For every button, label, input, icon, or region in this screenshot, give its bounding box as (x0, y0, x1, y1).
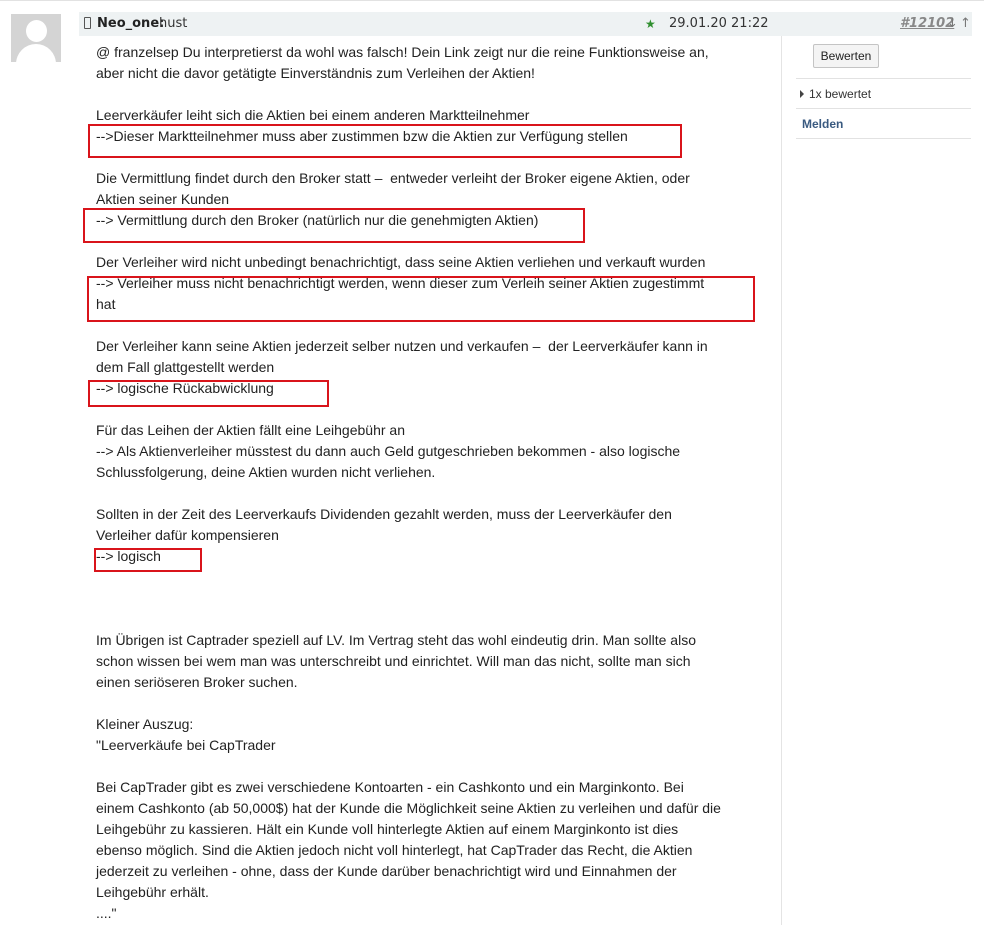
avatar[interactable] (11, 14, 61, 62)
post-body-line: jederzeit zu verleihen - ohne, dass der … (96, 863, 677, 879)
highlight-box (83, 208, 585, 243)
post-author[interactable]: Neo_one: (97, 12, 164, 36)
post-body-line: Bei CapTrader gibt es zwei verschiedene … (96, 779, 684, 795)
post-body-line (96, 588, 776, 609)
post-body-line: ebenso möglich. Sind die Aktien jedoch n… (96, 842, 693, 858)
post-body-line (96, 84, 776, 105)
sidebar-divider (781, 36, 782, 925)
post-header: Neo_one: hust ★ 29.01.20 21:22 #12102 ↓ … (79, 12, 972, 36)
post-body-line (96, 693, 776, 714)
rate-button[interactable]: Bewerten (813, 44, 879, 68)
post-body-line: dem Fall glattgestellt werden (96, 359, 275, 375)
post-body-line: Verleiher dafür kompensieren (96, 527, 279, 543)
post-body-line: Kleiner Auszug: (96, 716, 194, 732)
post-body-line: Für das Leihen der Aktien fällt eine Lei… (96, 422, 405, 438)
post-body-line: ...." (96, 905, 117, 921)
arrow-up-icon[interactable]: ↑ (960, 12, 971, 36)
post-body-line: Leihgebühr zu kassieren. Hält ein Kunde … (96, 821, 679, 837)
post-body-line: schon wissen bei wem man was unterschrei… (96, 653, 691, 669)
mobile-phone-icon (84, 17, 91, 29)
post-body-line: aber nicht die davor getätigte Einverstä… (96, 65, 535, 81)
avatar-head-shape (26, 20, 47, 42)
highlight-box (94, 548, 202, 572)
post-body-line: Der Verleiher wird nicht unbedingt benac… (96, 254, 706, 270)
sidebar-separator (796, 108, 971, 109)
top-divider (0, 0, 984, 1)
rated-toggle[interactable]: 1x bewertet (800, 86, 871, 102)
post-body-line: Sollten in der Zeit des Leerverkaufs Div… (96, 506, 672, 522)
post-body-line: @ franzelsep Du interpretierst da wohl w… (96, 44, 709, 60)
post-body-line: Leihgebühr erhält. (96, 884, 209, 900)
post-body-line: Der Verleiher kann seine Aktien jederzei… (96, 338, 708, 354)
highlight-box (88, 380, 329, 407)
post-body: @ franzelsep Du interpretierst da wohl w… (96, 42, 776, 924)
post-body-line (96, 609, 776, 630)
post-body-line: --> Als Aktienverleiher müsstest du dann… (96, 443, 681, 459)
rated-count: 1x bewertet (809, 87, 872, 101)
post-body-line: Leerverkäufer leiht sich die Aktien bei … (96, 107, 530, 123)
highlight-box (87, 276, 755, 322)
highlight-box (88, 124, 682, 158)
sidebar-separator (796, 138, 971, 139)
arrow-down-icon[interactable]: ↓ (947, 12, 958, 36)
post-body-line: einem Cashkonto (ab 50,000$) hat der Kun… (96, 800, 721, 816)
post-body-line: Im Übrigen ist Captrader speziell auf LV… (96, 632, 696, 648)
caret-right-icon (800, 90, 804, 98)
avatar-body-shape (16, 44, 56, 62)
post-body-line: Schlussfolgerung, deine Aktien wurden ni… (96, 464, 436, 480)
post-title: hust (159, 16, 188, 31)
sidebar-separator (796, 78, 971, 79)
post-body-line (96, 483, 776, 504)
report-link[interactable]: Melden (802, 116, 843, 132)
post-body-line (96, 756, 776, 777)
post-body-line: "Leerverkäufe bei CapTrader (96, 737, 276, 753)
post-body-line: einen seriöseren Broker suchen. (96, 674, 298, 690)
post-body-line: Aktien seiner Kunden (96, 191, 230, 207)
star-icon: ★ (645, 17, 656, 31)
post-body-line: Die Vermittlung findet durch den Broker … (96, 170, 690, 186)
post-date: 29.01.20 21:22 (669, 16, 769, 31)
